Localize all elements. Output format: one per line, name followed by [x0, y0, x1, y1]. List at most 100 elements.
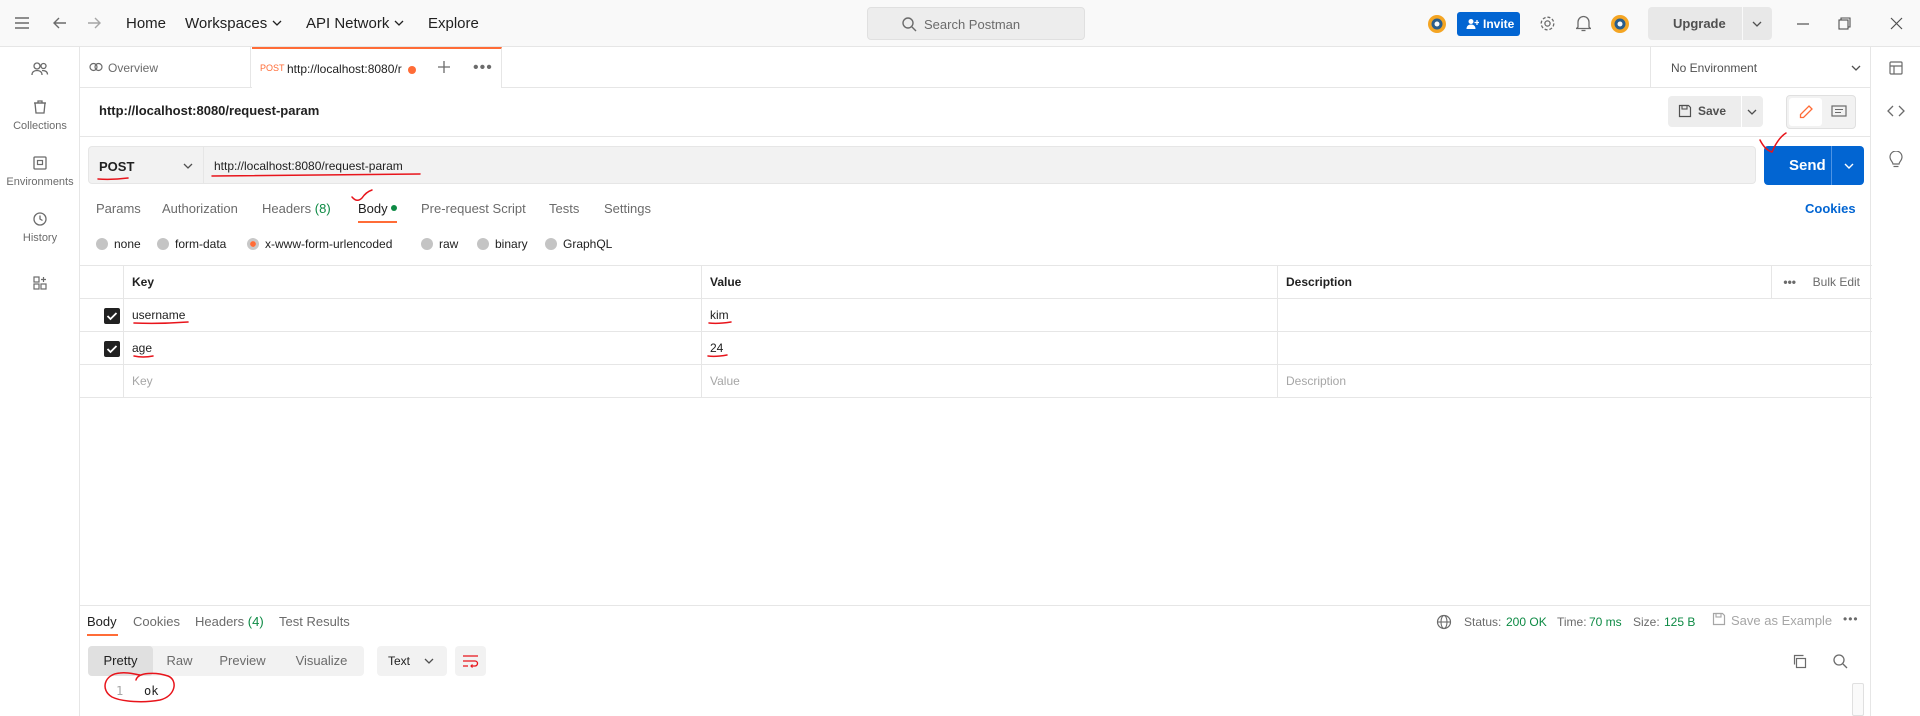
column-header-value: Value: [702, 266, 1278, 299]
menu-icon[interactable]: [14, 16, 30, 30]
settings-gear-icon[interactable]: [1539, 15, 1556, 32]
chevron-down-icon[interactable]: [272, 19, 282, 27]
format-visualize[interactable]: Visualize: [279, 646, 364, 676]
tab-overview[interactable]: Overview: [80, 47, 251, 88]
format-pretty[interactable]: Pretty: [88, 646, 153, 676]
search-input[interactable]: Search Postman: [867, 7, 1085, 40]
nav-api-network[interactable]: API Network: [306, 15, 389, 32]
tab-authorization[interactable]: Authorization: [162, 201, 238, 216]
row-checkbox[interactable]: [104, 341, 120, 357]
search-icon[interactable]: [1832, 653, 1848, 669]
tab-params[interactable]: Params: [96, 201, 141, 216]
right-sidebar: [1870, 47, 1920, 716]
radio-none[interactable]: none: [96, 237, 141, 251]
add-tab-icon[interactable]: [437, 60, 451, 74]
nav-explore[interactable]: Explore: [428, 15, 479, 32]
back-arrow-icon[interactable]: [52, 15, 68, 31]
url-input[interactable]: http://localhost:8080/request-param: [204, 146, 1756, 184]
minimize-icon[interactable]: [1797, 23, 1809, 25]
invite-button[interactable]: Invite: [1457, 12, 1520, 36]
add-user-icon: [1466, 18, 1479, 30]
radio-graphql[interactable]: GraphQL: [545, 237, 612, 251]
notification-bell-icon[interactable]: [1576, 14, 1591, 32]
environment-selector[interactable]: No Environment: [1650, 47, 1885, 88]
code-icon[interactable]: [1887, 104, 1905, 118]
cookies-link[interactable]: Cookies: [1805, 201, 1856, 216]
user-avatar-icon[interactable]: [1609, 13, 1631, 35]
divider: [1741, 96, 1742, 127]
chevron-down-icon[interactable]: [1752, 20, 1762, 28]
format-raw[interactable]: Raw: [153, 646, 206, 676]
environment-quick-look-icon[interactable]: [1888, 60, 1904, 76]
method-select[interactable]: POST: [88, 146, 204, 184]
save-as-example-button[interactable]: Save as Example: [1731, 613, 1832, 628]
radio-icon: [96, 238, 108, 250]
description-cell[interactable]: [1278, 299, 1872, 332]
radio-form-data[interactable]: form-data: [157, 237, 226, 251]
nav-home[interactable]: Home: [126, 15, 166, 32]
sidebar-item-team[interactable]: [0, 61, 80, 77]
restore-window-icon[interactable]: [1838, 17, 1851, 30]
more-options-icon[interactable]: •••: [1783, 266, 1796, 299]
comment-icon[interactable]: [1831, 105, 1847, 119]
format-preview[interactable]: Preview: [206, 646, 279, 676]
language-select[interactable]: Text: [377, 646, 447, 676]
tab-prerequest-script[interactable]: Pre-request Script: [421, 201, 526, 216]
sidebar-item-collections[interactable]: Collections: [0, 99, 80, 132]
radio-x-www-form-urlencoded[interactable]: x-www-form-urlencoded: [247, 237, 392, 251]
forward-arrow-icon[interactable]: [86, 15, 102, 31]
description-input[interactable]: Description: [1278, 365, 1872, 398]
workspace-avatar-icon[interactable]: [1426, 13, 1448, 35]
response-tab-cookies[interactable]: Cookies: [133, 614, 180, 629]
tab-headers[interactable]: Headers (8): [262, 201, 331, 216]
save-button[interactable]: Save: [1668, 96, 1763, 127]
line-number: 1: [116, 684, 124, 698]
description-cell[interactable]: [1278, 332, 1872, 365]
wrap-lines-button[interactable]: [455, 646, 486, 676]
tab-active-request[interactable]: POST http://localhost:8080/r: [252, 47, 502, 88]
response-tab-body[interactable]: Body: [87, 614, 117, 629]
chevron-down-icon[interactable]: [394, 19, 404, 27]
tab-body[interactable]: Body: [358, 201, 398, 216]
nav-workspaces[interactable]: Workspaces: [185, 15, 267, 32]
chevron-down-icon[interactable]: [1844, 162, 1854, 170]
key-input[interactable]: Key: [124, 365, 702, 398]
sidebar-item-history[interactable]: History: [0, 211, 80, 244]
key-cell[interactable]: username: [124, 299, 702, 332]
globe-icon[interactable]: [1436, 614, 1452, 630]
tab-tests[interactable]: Tests: [549, 201, 579, 216]
chevron-down-icon[interactable]: [1747, 108, 1757, 116]
row-checkbox[interactable]: [104, 308, 120, 324]
value-input[interactable]: Value: [702, 365, 1278, 398]
radio-raw[interactable]: raw: [421, 237, 458, 251]
lightbulb-icon[interactable]: [1889, 151, 1903, 169]
time-value[interactable]: 70 ms: [1589, 615, 1622, 629]
active-tab-indicator: [87, 634, 118, 636]
sidebar-item-environments[interactable]: Environments: [0, 155, 80, 188]
value-cell[interactable]: 24: [702, 332, 1278, 365]
more-options-icon[interactable]: •••: [1843, 612, 1859, 626]
edit-mode-button[interactable]: [1789, 98, 1822, 126]
close-window-icon[interactable]: [1890, 17, 1903, 30]
row-checkbox-cell: [80, 299, 124, 332]
response-tab-test-results[interactable]: Test Results: [279, 614, 350, 629]
value-cell[interactable]: kim: [702, 299, 1278, 332]
upgrade-button[interactable]: Upgrade: [1648, 7, 1772, 40]
copy-icon[interactable]: [1792, 654, 1807, 669]
radio-binary[interactable]: binary: [477, 237, 528, 251]
response-tab-headers[interactable]: Headers (4): [195, 614, 264, 629]
more-tabs-icon[interactable]: •••: [473, 59, 493, 77]
size-value[interactable]: 125 B: [1664, 615, 1695, 629]
table-row: username kim: [80, 299, 1872, 332]
key-cell[interactable]: age: [124, 332, 702, 365]
bulk-edit-link[interactable]: Bulk Edit: [1813, 266, 1860, 299]
response-content: ok: [144, 684, 159, 698]
tab-settings[interactable]: Settings: [604, 201, 651, 216]
checkbox-column-header: [80, 266, 124, 299]
status-value[interactable]: 200 OK: [1506, 615, 1547, 629]
response-scrollbar[interactable]: [1852, 683, 1864, 716]
send-button[interactable]: Send: [1764, 146, 1864, 185]
time-label: Time:: [1557, 615, 1587, 629]
radio-icon: [157, 238, 169, 250]
sidebar-item-apps[interactable]: [0, 275, 80, 291]
